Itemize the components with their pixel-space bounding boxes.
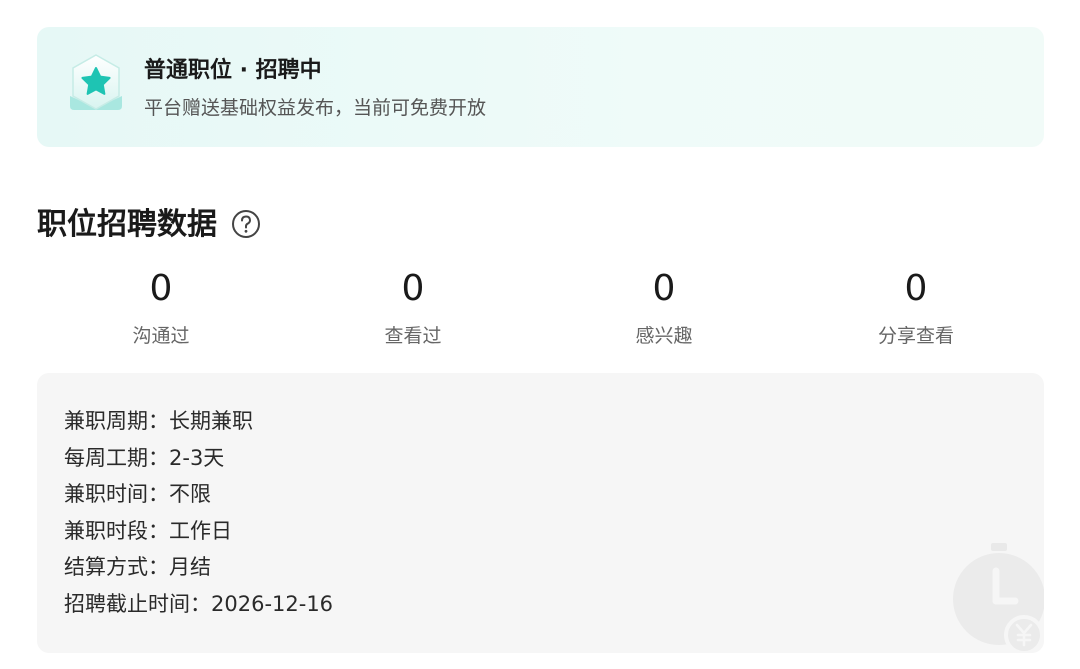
stat-communicated[interactable]: 0 沟通过 [61,265,261,349]
detail-value: 2-3天 [169,445,225,470]
detail-label: 兼职周期： [64,409,169,433]
detail-value: 长期兼职 [169,409,253,433]
job-details-card: 兼职周期：长期兼职 每周工期：2-3天 兼职时间：不限 兼职时段：工作日 结算方… [37,373,1044,653]
question-circle-icon[interactable] [231,209,261,239]
detail-value: 月结 [169,555,211,579]
clock-yen-icon [953,543,1044,653]
banner-title: 普通职位 · 招聘中 [144,58,322,83]
detail-value: 2026-12-16 [211,591,334,616]
stat-label: 感兴趣 [635,325,693,347]
detail-weekly-days: 每周工期：2-3天 [64,440,333,477]
stat-value: 0 [904,268,928,309]
section-title: 职位招聘数据 [37,207,217,242]
recruit-stats: 0 沟通过 0 查看过 0 感兴趣 0 分享查看 [37,265,1044,355]
detail-label: 招聘截止时间： [64,591,211,616]
detail-label: 兼职时段： [64,518,169,543]
detail-label: 兼职时间： [64,482,169,506]
stat-label: 分享查看 [877,325,954,347]
job-status-banner [37,27,1044,147]
stat-value: 0 [149,268,173,309]
stat-viewed[interactable]: 0 查看过 [313,265,513,349]
detail-deadline: 招聘截止时间：2026-12-16 [64,586,333,623]
stat-label: 查看过 [384,325,442,347]
detail-time-slot: 兼职时段：工作日 [64,513,333,550]
star-badge-icon [70,54,122,110]
detail-period: 兼职周期：长期兼职 [64,403,333,440]
detail-value: 不限 [169,482,211,506]
detail-value: 工作日 [169,518,232,543]
detail-work-time: 兼职时间：不限 [64,476,333,513]
stat-value: 0 [652,268,676,309]
stat-label: 沟通过 [132,325,190,347]
detail-label: 结算方式： [64,555,169,579]
detail-label: 每周工期： [64,445,169,470]
stat-interested[interactable]: 0 感兴趣 [564,265,764,349]
stat-shared-views[interactable]: 0 分享查看 [816,265,1016,349]
job-status-page: 普通职位 · 招聘中 平台赠送基础权益发布，当前可免费开放 职位招聘数据 0 沟… [0,0,1080,669]
job-details-list: 兼职周期：长期兼职 每周工期：2-3天 兼职时间：不限 兼职时段：工作日 结算方… [64,403,333,622]
banner-subtitle: 平台赠送基础权益发布，当前可免费开放 [144,97,487,119]
stat-value: 0 [401,268,425,309]
detail-settlement: 结算方式：月结 [64,549,333,586]
